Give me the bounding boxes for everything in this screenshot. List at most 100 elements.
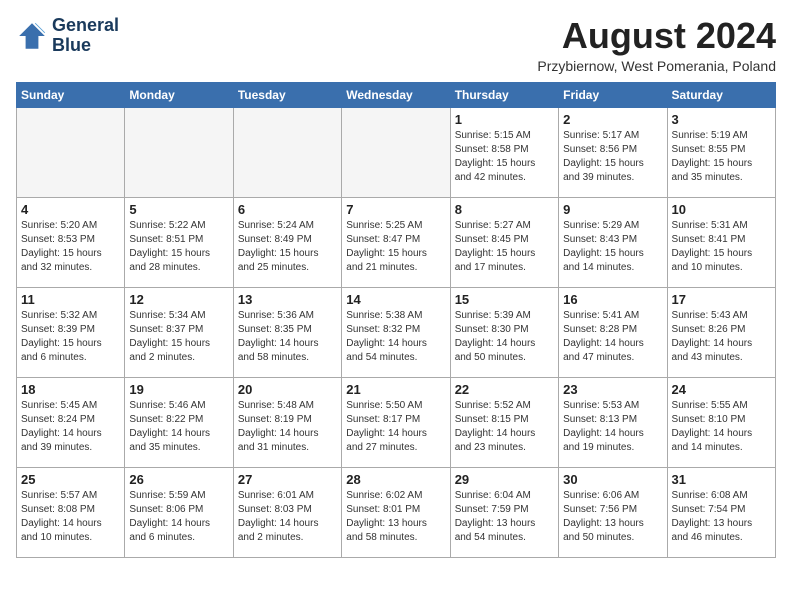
calendar-cell: 5 Sunrise: 5:22 AM Sunset: 8:51 PM Daylig… [125, 197, 233, 287]
day-number: 30 [563, 472, 662, 487]
calendar-cell: 3 Sunrise: 5:19 AM Sunset: 8:55 PM Daylig… [667, 107, 775, 197]
calendar-cell: 18 Sunrise: 5:45 AM Sunset: 8:24 PM Dayli… [17, 377, 125, 467]
day-info: Sunrise: 6:06 AM Sunset: 7:56 PM Dayligh… [563, 489, 662, 545]
week-row-2: 4Sunrise: 5:20 AM Sunset: 8:53 PM Daylig… [17, 197, 776, 287]
day-info: Sunrise: 5:19 AM Sunset: 8:55 PM Dayligh… [672, 129, 771, 185]
day-number: 31 [672, 472, 771, 487]
calendar-cell: 21 Sunrise: 5:50 AM Sunset: 8:17 PM Dayli… [342, 377, 450, 467]
calendar-cell: 26 Sunrise: 5:59 AM Sunset: 8:06 PM Dayli… [125, 467, 233, 557]
day-info: Sunrise: 5:59 AM Sunset: 8:06 PM Dayligh… [129, 489, 228, 545]
calendar-cell: 10Sunrise: 5:31 AM Sunset: 8:41 PM Dayli… [667, 197, 775, 287]
day-info: Sunrise: 5:32 AM Sunset: 8:39 PM Dayligh… [21, 309, 120, 365]
calendar-cell [125, 107, 233, 197]
day-number: 9 [563, 202, 662, 217]
day-info: Sunrise: 5:48 AM Sunset: 8:19 PM Dayligh… [238, 399, 337, 455]
calendar-cell: 29Sunrise: 6:04 AM Sunset: 7:59 PM Dayli… [450, 467, 558, 557]
day-info: Sunrise: 5:22 AM Sunset: 8:51 PM Dayligh… [129, 219, 228, 275]
day-info: Sunrise: 5:55 AM Sunset: 8:10 PM Dayligh… [672, 399, 771, 455]
day-number: 19 [129, 382, 228, 397]
day-number: 8 [455, 202, 554, 217]
calendar-cell: 19 Sunrise: 5:46 AM Sunset: 8:22 PM Dayli… [125, 377, 233, 467]
day-info: Sunrise: 5:34 AM Sunset: 8:37 PM Dayligh… [129, 309, 228, 365]
calendar-cell: 17 Sunrise: 5:43 AM Sunset: 8:26 PM Dayli… [667, 287, 775, 377]
calendar-cell: 2Sunrise: 5:17 AM Sunset: 8:56 PM Daylig… [559, 107, 667, 197]
day-info: Sunrise: 5:52 AM Sunset: 8:15 PM Dayligh… [455, 399, 554, 455]
day-number: 1 [455, 112, 554, 127]
day-number: 21 [346, 382, 445, 397]
day-info: Sunrise: 5:15 AM Sunset: 8:58 PM Dayligh… [455, 129, 554, 185]
weekday-header-monday: Monday [125, 82, 233, 107]
day-info: Sunrise: 5:41 AM Sunset: 8:28 PM Dayligh… [563, 309, 662, 365]
day-info: Sunrise: 5:24 AM Sunset: 8:49 PM Dayligh… [238, 219, 337, 275]
day-info: Sunrise: 5:39 AM Sunset: 8:30 PM Dayligh… [455, 309, 554, 365]
day-number: 23 [563, 382, 662, 397]
calendar-cell: 12 Sunrise: 5:34 AM Sunset: 8:37 PM Dayli… [125, 287, 233, 377]
day-info: Sunrise: 5:43 AM Sunset: 8:26 PM Dayligh… [672, 309, 771, 365]
calendar-cell: 23 Sunrise: 5:53 AM Sunset: 8:13 PM Dayli… [559, 377, 667, 467]
day-info: Sunrise: 5:17 AM Sunset: 8:56 PM Dayligh… [563, 129, 662, 185]
day-number: 17 [672, 292, 771, 307]
day-number: 5 [129, 202, 228, 217]
calendar-cell: 30 Sunrise: 6:06 AM Sunset: 7:56 PM Dayli… [559, 467, 667, 557]
day-info: Sunrise: 5:57 AM Sunset: 8:08 PM Dayligh… [21, 489, 120, 545]
month-title: August 2024 [537, 16, 776, 56]
weekday-header-tuesday: Tuesday [233, 82, 341, 107]
calendar-cell: 15Sunrise: 5:39 AM Sunset: 8:30 PM Dayli… [450, 287, 558, 377]
day-number: 14 [346, 292, 445, 307]
day-info: Sunrise: 5:31 AM Sunset: 8:41 PM Dayligh… [672, 219, 771, 275]
title-section: August 2024 Przybiernow, West Pomerania,… [537, 16, 776, 74]
day-info: Sunrise: 5:27 AM Sunset: 8:45 PM Dayligh… [455, 219, 554, 275]
day-info: Sunrise: 5:53 AM Sunset: 8:13 PM Dayligh… [563, 399, 662, 455]
day-number: 6 [238, 202, 337, 217]
week-row-1: 1 Sunrise: 5:15 AM Sunset: 8:58 PM Daylig… [17, 107, 776, 197]
calendar-cell: 4Sunrise: 5:20 AM Sunset: 8:53 PM Daylig… [17, 197, 125, 287]
day-info: Sunrise: 5:20 AM Sunset: 8:53 PM Dayligh… [21, 219, 120, 275]
location: Przybiernow, West Pomerania, Poland [537, 58, 776, 74]
calendar-cell: 20Sunrise: 5:48 AM Sunset: 8:19 PM Dayli… [233, 377, 341, 467]
calendar-cell: 24 Sunrise: 5:55 AM Sunset: 8:10 PM Dayli… [667, 377, 775, 467]
calendar-cell: 14 Sunrise: 5:38 AM Sunset: 8:32 PM Dayli… [342, 287, 450, 377]
week-row-4: 18 Sunrise: 5:45 AM Sunset: 8:24 PM Dayli… [17, 377, 776, 467]
weekday-header-friday: Friday [559, 82, 667, 107]
calendar-cell [17, 107, 125, 197]
weekday-header-row: SundayMondayTuesdayWednesdayThursdayFrid… [17, 82, 776, 107]
day-number: 25 [21, 472, 120, 487]
calendar-cell: 11 Sunrise: 5:32 AM Sunset: 8:39 PM Dayli… [17, 287, 125, 377]
calendar-cell: 27Sunrise: 6:01 AM Sunset: 8:03 PM Dayli… [233, 467, 341, 557]
calendar-cell: 8 Sunrise: 5:27 AM Sunset: 8:45 PM Daylig… [450, 197, 558, 287]
calendar-cell: 13 Sunrise: 5:36 AM Sunset: 8:35 PM Dayli… [233, 287, 341, 377]
calendar-cell: 16 Sunrise: 5:41 AM Sunset: 8:28 PM Dayli… [559, 287, 667, 377]
logo-text: General Blue [52, 16, 119, 56]
weekday-header-saturday: Saturday [667, 82, 775, 107]
calendar-cell [342, 107, 450, 197]
day-number: 24 [672, 382, 771, 397]
calendar-cell: 7Sunrise: 5:25 AM Sunset: 8:47 PM Daylig… [342, 197, 450, 287]
day-number: 26 [129, 472, 228, 487]
calendar-cell: 9 Sunrise: 5:29 AM Sunset: 8:43 PM Daylig… [559, 197, 667, 287]
week-row-3: 11 Sunrise: 5:32 AM Sunset: 8:39 PM Dayli… [17, 287, 776, 377]
day-info: Sunrise: 6:01 AM Sunset: 8:03 PM Dayligh… [238, 489, 337, 545]
calendar: SundayMondayTuesdayWednesdayThursdayFrid… [16, 82, 776, 558]
day-number: 3 [672, 112, 771, 127]
week-row-5: 25 Sunrise: 5:57 AM Sunset: 8:08 PM Dayli… [17, 467, 776, 557]
page-header: General Blue August 2024 Przybiernow, We… [16, 16, 776, 74]
weekday-header-sunday: Sunday [17, 82, 125, 107]
day-number: 12 [129, 292, 228, 307]
day-number: 16 [563, 292, 662, 307]
day-info: Sunrise: 5:45 AM Sunset: 8:24 PM Dayligh… [21, 399, 120, 455]
weekday-header-thursday: Thursday [450, 82, 558, 107]
calendar-cell: 6 Sunrise: 5:24 AM Sunset: 8:49 PM Daylig… [233, 197, 341, 287]
day-info: Sunrise: 5:25 AM Sunset: 8:47 PM Dayligh… [346, 219, 445, 275]
day-number: 22 [455, 382, 554, 397]
day-number: 11 [21, 292, 120, 307]
day-info: Sunrise: 5:50 AM Sunset: 8:17 PM Dayligh… [346, 399, 445, 455]
calendar-cell: 22 Sunrise: 5:52 AM Sunset: 8:15 PM Dayli… [450, 377, 558, 467]
day-info: Sunrise: 5:46 AM Sunset: 8:22 PM Dayligh… [129, 399, 228, 455]
day-info: Sunrise: 5:38 AM Sunset: 8:32 PM Dayligh… [346, 309, 445, 365]
day-number: 18 [21, 382, 120, 397]
day-info: Sunrise: 5:29 AM Sunset: 8:43 PM Dayligh… [563, 219, 662, 275]
calendar-cell [233, 107, 341, 197]
day-info: Sunrise: 5:36 AM Sunset: 8:35 PM Dayligh… [238, 309, 337, 365]
calendar-cell: 1 Sunrise: 5:15 AM Sunset: 8:58 PM Daylig… [450, 107, 558, 197]
day-number: 13 [238, 292, 337, 307]
